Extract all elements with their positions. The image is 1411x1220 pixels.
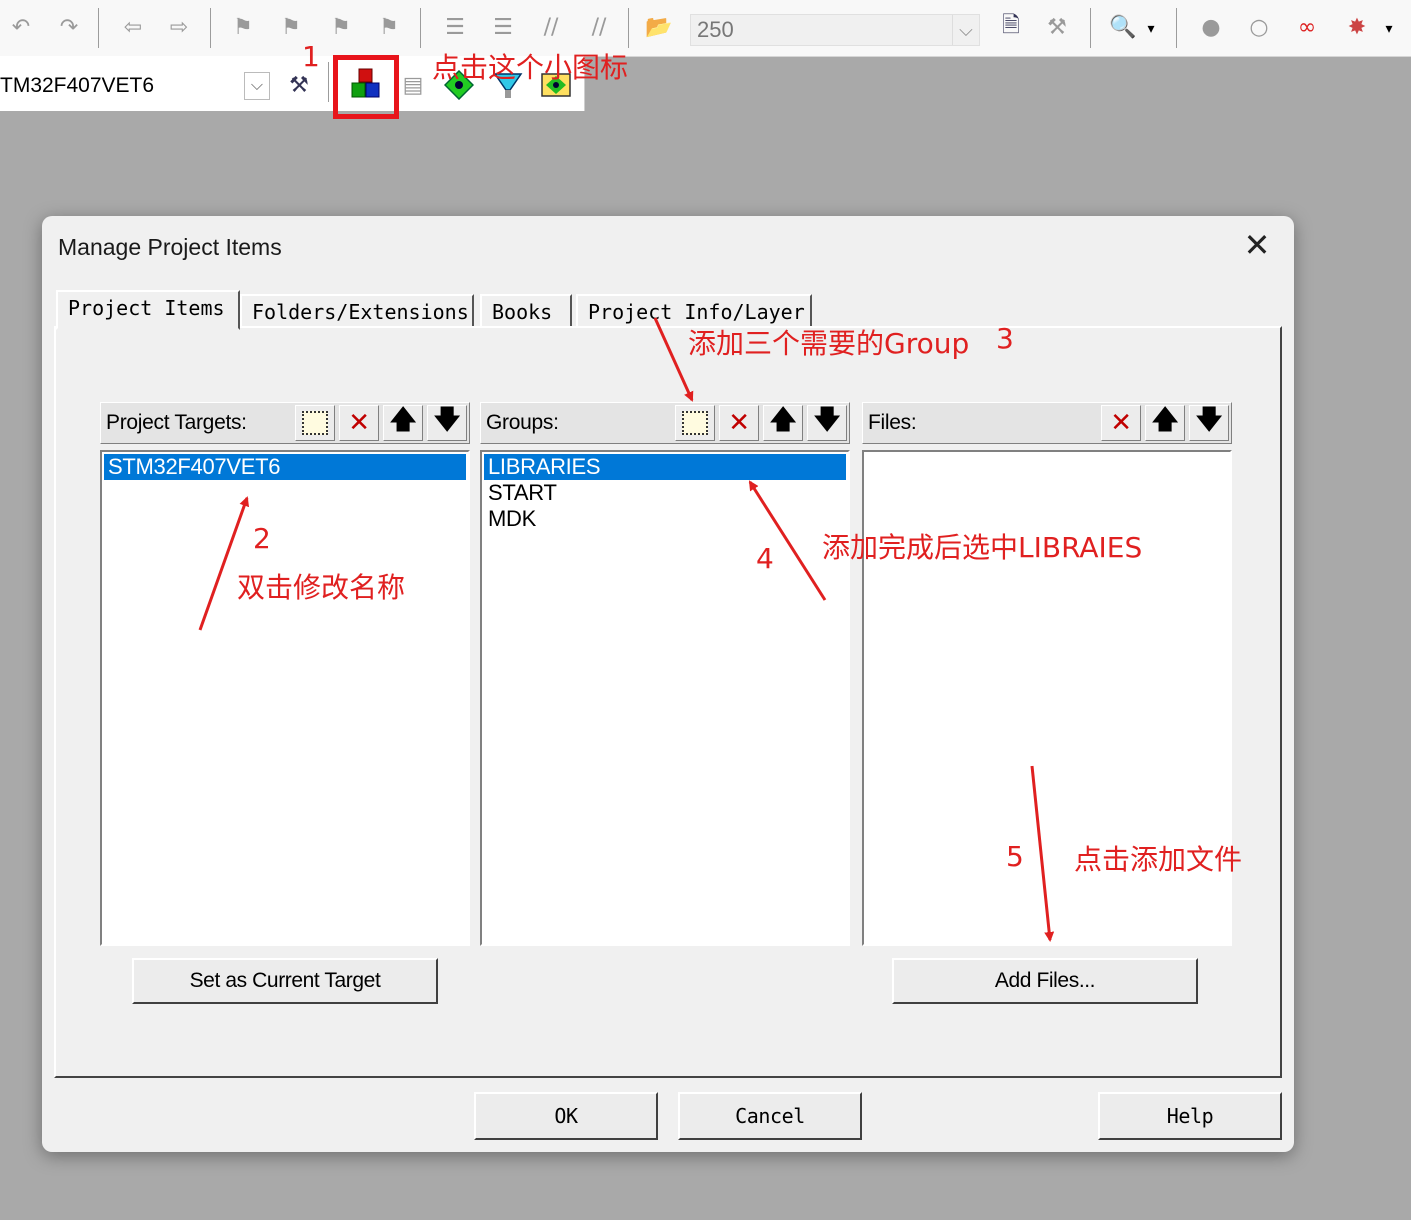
move-file-up-button[interactable]: 🡅 [1145,405,1185,441]
delete-icon: ✕ [1110,408,1132,438]
groups-list[interactable]: LIBRARIES START MDK [480,450,850,946]
arrow-down-icon: 🡇 [813,405,841,435]
annotation-step-2-text: 双击修改名称 [237,571,406,604]
delete-icon: ✕ [348,408,370,438]
find-combo[interactable]: 250 ⌵ [690,14,980,46]
open-folder-icon[interactable]: 📂 [644,12,674,42]
options-for-target-icon[interactable]: ⚒ [284,70,314,100]
new-item-icon [302,411,328,435]
annotation-step-4-text: 添加完成后选中LIBRAIES [822,531,1143,564]
toolbar-separator [210,8,211,48]
chevron-down-icon[interactable]: ⌵ [952,15,979,45]
uncomment-icon[interactable]: // [584,12,614,42]
main-toolbar: ↶ ↷ ⇦ ⇨ ⚑ ⚑ ⚑ ⚑ ☰ ☰ // // 📂 250 ⌵ 🗎 ⚒ 🔍 … [0,0,1411,57]
manage-project-items-dialog: Manage Project Items ✕ Project Items Fol… [42,216,1294,1152]
target-select-value: TM32F407VET6 [0,74,155,97]
replace-icon[interactable]: ⚒ [1042,12,1072,42]
annotation-step-1-number: 1 [302,40,320,73]
annotation-step-3-text: 添加三个需要的Group [688,327,970,360]
tab-project-items[interactable]: Project Items [56,290,240,330]
toolbar-separator [628,8,629,48]
move-target-up-button[interactable]: 🡅 [383,405,423,441]
groups-header: Groups: ✕ 🡅 🡇 [480,402,850,444]
ok-button[interactable]: OK [474,1092,658,1140]
project-targets-list[interactable]: STM32F407VET6 [100,450,470,946]
unindent-icon[interactable]: ☰ [488,12,518,42]
list-item[interactable]: STM32F407VET6 [104,454,466,480]
chevron-down-icon[interactable]: ⌵ [244,72,270,100]
arrow-down-icon: 🡇 [433,405,461,435]
chevron-down-icon[interactable]: ▾ [1142,14,1160,44]
toolbar-separator [1090,8,1091,48]
new-target-button[interactable] [295,405,335,441]
annotation-step-3-number: 3 [996,322,1014,355]
tab-books[interactable]: Books [480,294,572,328]
files-label: Files: [868,411,917,434]
breakpoint-kill-all-icon[interactable]: ✸ [1342,12,1372,42]
move-target-down-button[interactable]: 🡇 [427,405,467,441]
toolbar-separator [1176,8,1177,48]
find-combo-value: 250 [697,17,734,42]
list-item[interactable]: START [484,480,846,506]
help-button[interactable]: Help [1098,1092,1282,1140]
arrow-up-icon: 🡅 [769,405,797,435]
move-group-down-button[interactable]: 🡇 [807,405,847,441]
files-header: Files: ✕ 🡅 🡇 [862,402,1232,444]
list-item[interactable]: MDK [484,506,846,532]
breakpoint-icon[interactable]: ● [1196,12,1226,42]
new-group-button[interactable] [675,405,715,441]
arrow-down-icon: 🡇 [1195,405,1223,435]
move-file-down-button[interactable]: 🡇 [1189,405,1229,441]
delete-file-button[interactable]: ✕ [1101,405,1141,441]
annotation-step-1-text: 点击这个小图标 [432,51,629,84]
chevron-down-icon[interactable]: ▾ [1380,14,1398,44]
annotation-step-2-number: 2 [253,522,271,555]
tab-folders-extensions[interactable]: Folders/Extensions [240,294,474,328]
nav-back-icon[interactable]: ⇦ [118,12,148,42]
groups-label: Groups: [486,411,559,434]
target-select[interactable]: TM32F407VET6 ⌵ [0,70,270,102]
dialog-title: Manage Project Items [58,234,282,260]
toolbar-separator [98,8,99,48]
breakpoint-disable-all-icon[interactable]: ∞ [1292,12,1322,42]
project-targets-label: Project Targets: [106,411,247,434]
nav-forward-icon[interactable]: ⇨ [164,12,194,42]
set-as-current-target-button[interactable]: Set as Current Target [132,958,438,1004]
bookmark-next-icon[interactable]: ⚑ [326,12,356,42]
annotation-step-4-number: 4 [756,542,774,575]
delete-target-button[interactable]: ✕ [339,405,379,441]
move-group-up-button[interactable]: 🡅 [763,405,803,441]
comment-icon[interactable]: // [536,12,566,42]
highlight-box [333,55,399,119]
list-item[interactable]: LIBRARIES [484,454,846,480]
breakpoint-disable-icon[interactable]: ○ [1244,12,1274,42]
cancel-button[interactable]: Cancel [678,1092,862,1140]
manage-multi-project-icon[interactable]: ▤ [398,70,428,100]
bookmark-icon[interactable]: ⚑ [228,12,258,42]
debug-session-icon[interactable]: 🔍 [1108,12,1138,42]
add-files-button[interactable]: Add Files... [892,958,1198,1004]
bookmark-clear-icon[interactable]: ⚑ [374,12,404,42]
annotation-step-5-text: 点击添加文件 [1074,843,1243,876]
indent-icon[interactable]: ☰ [440,12,470,42]
toolbar-separator [328,62,329,102]
delete-group-button[interactable]: ✕ [719,405,759,441]
undo-icon[interactable]: ↶ [6,12,36,42]
arrow-up-icon: 🡅 [389,405,417,435]
find-in-files-icon[interactable]: 🗎 [996,12,1026,42]
toolbar-separator [420,8,421,48]
redo-icon[interactable]: ↷ [54,12,84,42]
bookmark-prev-icon[interactable]: ⚑ [276,12,306,42]
close-icon[interactable]: ✕ [1240,226,1274,264]
delete-icon: ✕ [728,408,750,438]
arrow-up-icon: 🡅 [1151,405,1179,435]
annotation-step-5-number: 5 [1006,840,1024,873]
project-targets-header: Project Targets: ✕ 🡅 🡇 [100,402,470,444]
new-item-icon [682,411,708,435]
